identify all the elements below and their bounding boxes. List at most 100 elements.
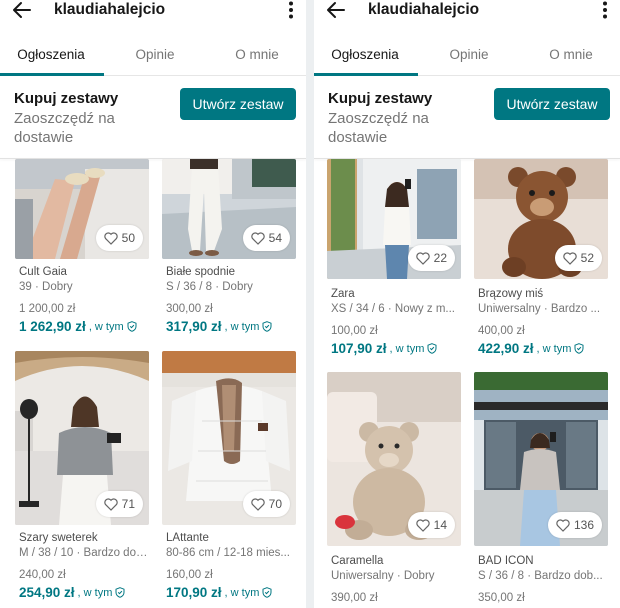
listing-brand: Brązowy miś — [478, 288, 544, 300]
listing-details: S / 36 / 8 · Dobry — [166, 281, 253, 293]
shield-check-icon[interactable] — [262, 587, 272, 598]
price-with-protection: 317,90 zł , w tym — [166, 319, 298, 334]
listing-photo[interactable]: 71 — [15, 351, 149, 525]
tab-reviews[interactable]: Opinie — [418, 47, 520, 62]
tab-reviews[interactable]: Opinie — [104, 47, 206, 62]
favorite-button[interactable]: 54 — [242, 225, 290, 251]
heart-outline-icon — [415, 251, 430, 265]
listing-price: 390,00 zł — [331, 592, 378, 604]
tab-listings[interactable]: Ogłoszenia — [314, 47, 416, 62]
tab-about[interactable]: O mnie — [206, 47, 306, 62]
arrow-left-icon[interactable] — [324, 0, 348, 20]
listing-brand: Białe spodnie — [166, 266, 236, 278]
bundle-banner: Kupuj zestawy Zaoszczędź na dostawie Utw… — [0, 76, 306, 158]
listings-grid: 50 Cult Gaia 39 · Dobry 1 200,00 zł 1 26… — [0, 159, 306, 608]
protection-fee-label: , w tym — [536, 342, 572, 355]
profile-tabs: Ogłoszenia Opinie O mnie — [314, 36, 620, 76]
favorite-count: 54 — [268, 231, 282, 245]
favorite-button[interactable]: 71 — [95, 491, 143, 517]
heart-outline-icon — [562, 251, 577, 265]
listing-price: 400,00 zł — [478, 325, 525, 337]
listing-details: S / 36 / 8 · Bardzo dob... — [478, 570, 603, 582]
listing-meta: Szary sweterek M / 38 / 10 · Bardzo dob.… — [19, 531, 151, 600]
favorite-button[interactable]: 70 — [242, 491, 290, 517]
shield-check-icon[interactable] — [262, 321, 272, 332]
favorite-count: 14 — [433, 518, 447, 532]
shield-check-icon[interactable] — [574, 343, 584, 354]
listing-photo[interactable]: 14 — [327, 372, 461, 546]
bundle-subtitle: Zaoszczędź na dostawie — [328, 110, 429, 146]
protection-fee-label: , w tym — [224, 320, 260, 333]
favorite-button[interactable]: 52 — [554, 245, 602, 271]
top-bar: klaudiahalejcio — [314, 0, 620, 36]
listing-details: Uniwersalny · Dobry — [331, 570, 435, 582]
listing-photo[interactable]: 70 — [162, 351, 296, 525]
favorite-count: 136 — [573, 518, 594, 532]
kebab-menu-icon[interactable] — [600, 1, 610, 19]
listing-brand: Caramella — [331, 555, 384, 567]
listing-price: 160,00 zł — [166, 569, 213, 581]
favorite-count: 50 — [121, 231, 135, 245]
listing-meta: Cult Gaia 39 · Dobry 1 200,00 zł 1 262,9… — [19, 265, 151, 334]
tab-listings[interactable]: Ogłoszenia — [0, 47, 102, 62]
listing-details: M / 38 / 10 · Bardzo dob... — [19, 547, 151, 559]
favorite-button[interactable]: 50 — [95, 225, 143, 251]
favorite-button[interactable]: 22 — [407, 245, 455, 271]
listing-total-price: 422,90 zł — [478, 341, 534, 356]
heart-outline-icon — [415, 518, 430, 532]
listing-photo[interactable]: 136 — [474, 372, 608, 546]
listing-total-price: 254,90 zł — [19, 585, 75, 600]
profile-username: klaudiahalejcio — [54, 1, 166, 18]
panel-separator — [306, 0, 314, 608]
listing-price: 350,00 zł — [478, 592, 525, 604]
listing-meta: LAttante 80-86 cm / 12-18 mies... 160,00… — [166, 531, 298, 600]
listing-meta: Caramella Uniwersalny · Dobry 390,00 zł — [331, 554, 463, 606]
listing-meta: Białe spodnie S / 36 / 8 · Dobry 300,00 … — [166, 265, 298, 334]
profile-panel-right: klaudiahalejcio Ogłoszenia Opinie O mnie… — [314, 0, 620, 608]
listing-total-price: 107,90 zł — [331, 341, 387, 356]
listing-photo[interactable]: 54 — [162, 159, 296, 259]
shield-check-icon[interactable] — [127, 321, 137, 332]
protection-fee-label: , w tym — [389, 342, 425, 355]
listing-photo[interactable]: 52 — [474, 159, 608, 279]
price-with-protection: 107,90 zł , w tym — [331, 341, 463, 356]
listing-details: 39 · Dobry — [19, 281, 73, 293]
listing-price: 1 200,00 zł — [19, 303, 76, 315]
price-with-protection: 422,90 zł , w tym — [478, 341, 610, 356]
bundle-banner: Kupuj zestawy Zaoszczędź na dostawie Utw… — [314, 76, 620, 158]
heart-outline-icon — [556, 518, 570, 532]
profile-tabs: Ogłoszenia Opinie O mnie — [0, 36, 306, 76]
listing-brand: Cult Gaia — [19, 266, 67, 278]
favorite-count: 71 — [121, 497, 135, 511]
create-bundle-button[interactable]: Utwórz zestaw — [180, 88, 296, 120]
create-bundle-button[interactable]: Utwórz zestaw — [494, 88, 610, 120]
profile-panel-left: klaudiahalejcio Ogłoszenia Opinie O mnie… — [0, 0, 306, 608]
heart-outline-icon — [103, 231, 118, 245]
listing-details: Uniwersalny · Bardzo ... — [478, 303, 601, 315]
profile-username: klaudiahalejcio — [368, 1, 480, 18]
protection-fee-label: , w tym — [88, 320, 124, 333]
heart-outline-icon — [250, 497, 265, 511]
listing-price: 300,00 zł — [166, 303, 213, 315]
shield-check-icon[interactable] — [115, 587, 125, 598]
price-with-protection: 1 262,90 zł , w tym — [19, 319, 151, 334]
favorite-button[interactable]: 136 — [547, 512, 602, 538]
listing-details: 80-86 cm / 12-18 mies... — [166, 547, 290, 559]
listing-total-price: 317,90 zł — [166, 319, 222, 334]
listing-details: XS / 34 / 6 · Nowy z m... — [331, 303, 455, 315]
listing-photo[interactable]: 50 — [15, 159, 149, 259]
bundle-title: Kupuj zestawy — [14, 90, 119, 107]
favorite-count: 22 — [433, 251, 447, 265]
listing-brand: LAttante — [166, 532, 209, 544]
listing-brand: BAD ICON — [478, 555, 534, 567]
shield-check-icon[interactable] — [427, 343, 437, 354]
tab-about[interactable]: O mnie — [520, 47, 620, 62]
listing-total-price: 170,90 zł — [166, 585, 222, 600]
favorite-count: 52 — [580, 251, 594, 265]
arrow-left-icon[interactable] — [10, 0, 34, 20]
favorite-button[interactable]: 14 — [407, 512, 455, 538]
bundle-subtitle: Zaoszczędź na dostawie — [14, 110, 115, 146]
kebab-menu-icon[interactable] — [286, 1, 296, 19]
protection-fee-label: , w tym — [224, 586, 260, 599]
listing-photo[interactable]: 22 — [327, 159, 461, 279]
